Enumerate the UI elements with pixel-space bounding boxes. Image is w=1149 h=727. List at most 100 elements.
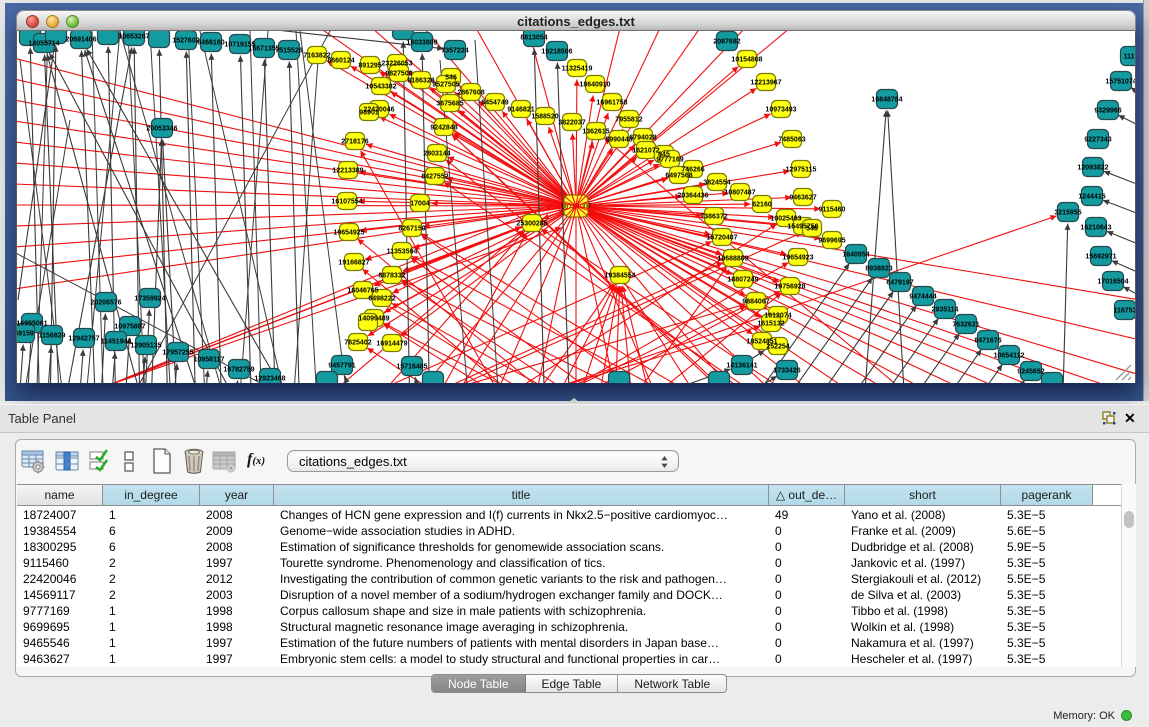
svg-text:8186328: 8186328 [407,77,434,84]
svg-text:9527505: 9527505 [432,81,459,88]
svg-text:10154808: 10154808 [731,56,762,63]
svg-text:17359924: 17359924 [134,295,165,302]
svg-text:12923468: 12923468 [254,375,285,382]
svg-text:2867608: 2867608 [457,89,484,96]
svg-text:16033809: 16033809 [406,39,437,46]
svg-text:19384554: 19384554 [604,272,635,279]
svg-text:14055714: 14055714 [28,40,59,47]
svg-text:10973493: 10973493 [765,106,796,113]
svg-text:3822037: 3822037 [558,119,585,126]
svg-text:12093822: 12093822 [1077,164,1108,171]
svg-text:16782759: 16782759 [223,366,254,373]
svg-text:252254: 252254 [766,343,789,350]
svg-text:15720407: 15720407 [706,234,737,241]
svg-text:1640954: 1640954 [842,251,869,258]
svg-text:10653267: 10653267 [118,33,149,40]
svg-text:16914479: 16914479 [376,340,407,347]
svg-text:16961758: 16961758 [596,99,627,106]
svg-text:15751074: 15751074 [1105,78,1136,85]
svg-text:10958117: 10958117 [194,356,225,363]
svg-text:62160: 62160 [752,201,772,208]
svg-text:12213389: 12213389 [332,167,363,174]
svg-text:2935114: 2935114 [932,306,959,313]
svg-text:8454749: 8454749 [481,99,508,106]
svg-text:12942757: 12942757 [68,335,99,342]
svg-text:1615132: 1615132 [757,320,784,327]
svg-text:10975887: 10975887 [114,323,145,330]
svg-text:20053346: 20053346 [146,125,177,132]
svg-text:1117: 1117 [1124,53,1136,60]
svg-text:16107554: 16107554 [331,198,362,205]
svg-text:8660124: 8660124 [327,57,354,64]
svg-text:10025463: 10025463 [770,215,801,222]
svg-text:8878332: 8878332 [378,272,405,279]
svg-text:9245652: 9245652 [1017,368,1044,375]
svg-text:9146821: 9146821 [507,106,534,113]
svg-text:6479197: 6479197 [886,279,913,286]
svg-text:16210643: 16210643 [1080,224,1111,231]
svg-text:8427552: 8427552 [421,173,448,180]
svg-text:6794028: 6794028 [629,134,656,141]
svg-text:9777169: 9777169 [656,156,683,163]
svg-text:19654923: 19654923 [782,254,813,261]
svg-text:546: 546 [806,225,818,232]
svg-text:9463627: 9463627 [789,194,816,201]
svg-text:1244415: 1244415 [1078,193,1105,200]
svg-text:1156829: 1156829 [39,332,66,339]
svg-text:19654925: 19654925 [333,229,364,236]
svg-text:12213967: 12213967 [750,79,781,86]
svg-text:1733426: 1733426 [773,367,800,374]
svg-text:8267150: 8267150 [398,225,425,232]
svg-text:9457791: 9457791 [328,362,355,369]
svg-text:25300285: 25300285 [516,220,547,227]
svg-text:12975115: 12975115 [786,166,817,173]
svg-text:9242848: 9242848 [430,124,457,131]
svg-text:3675685: 3675685 [436,100,463,107]
svg-text:9827500: 9827500 [385,70,412,77]
svg-text:2087682: 2087682 [713,38,740,45]
svg-text:1621072: 1621072 [632,147,659,154]
svg-text:39159: 39159 [17,330,34,337]
svg-text:1588520: 1588520 [531,113,558,120]
svg-text:14099489: 14099489 [358,315,389,322]
svg-text:10688809: 10688809 [717,255,748,262]
svg-text:16955061: 16955061 [17,320,48,327]
svg-text:18640910: 18640910 [579,81,610,88]
svg-text:7515526: 7515526 [275,47,302,54]
svg-text:19166827: 19166827 [338,259,369,266]
svg-text:20206576: 20206576 [90,299,121,306]
svg-text:2803144: 2803144 [423,150,450,157]
svg-text:11353594: 11353594 [387,248,418,255]
svg-text:8813054: 8813054 [520,34,547,41]
svg-text:10543382: 10543382 [365,83,396,90]
svg-text:10807487: 10807487 [724,189,755,196]
svg-text:17957255: 17957255 [162,349,193,356]
svg-text:2718176: 2718176 [341,138,368,145]
svg-text:12905135: 12905135 [130,342,161,349]
svg-text:7625402: 7625402 [344,339,371,346]
svg-text:10654112: 10654112 [994,352,1025,359]
svg-text:17016504: 17016504 [1097,278,1128,285]
svg-text:16046765: 16046765 [347,287,378,294]
svg-text:9474444: 9474444 [909,293,936,300]
svg-text:14136141: 14136141 [726,362,757,369]
svg-text:3215955: 3215955 [1054,209,1081,216]
svg-text:19756928: 19756928 [774,283,805,290]
svg-text:3824554: 3824554 [703,179,730,186]
svg-text:19218506: 19218506 [541,48,572,55]
svg-text:7955812: 7955812 [615,116,642,123]
svg-text:6497568: 6497568 [665,172,692,179]
svg-text:20691406: 20691406 [65,36,96,43]
svg-text:8938923: 8938923 [865,265,892,272]
svg-text:11451944: 11451944 [101,338,132,345]
svg-text:1612074: 1612074 [764,312,791,319]
svg-text:17004: 17004 [410,200,430,207]
svg-text:20364436: 20364436 [677,192,708,199]
svg-text:23226053: 23226053 [381,60,412,67]
svg-text:16648784: 16648784 [871,96,902,103]
svg-text:11325419: 11325419 [562,65,593,72]
svg-text:18807249: 18807249 [727,276,758,283]
svg-text:546: 546 [445,74,457,81]
svg-text:116753: 116753 [1114,307,1136,314]
svg-text:7386372: 7386372 [700,213,727,220]
